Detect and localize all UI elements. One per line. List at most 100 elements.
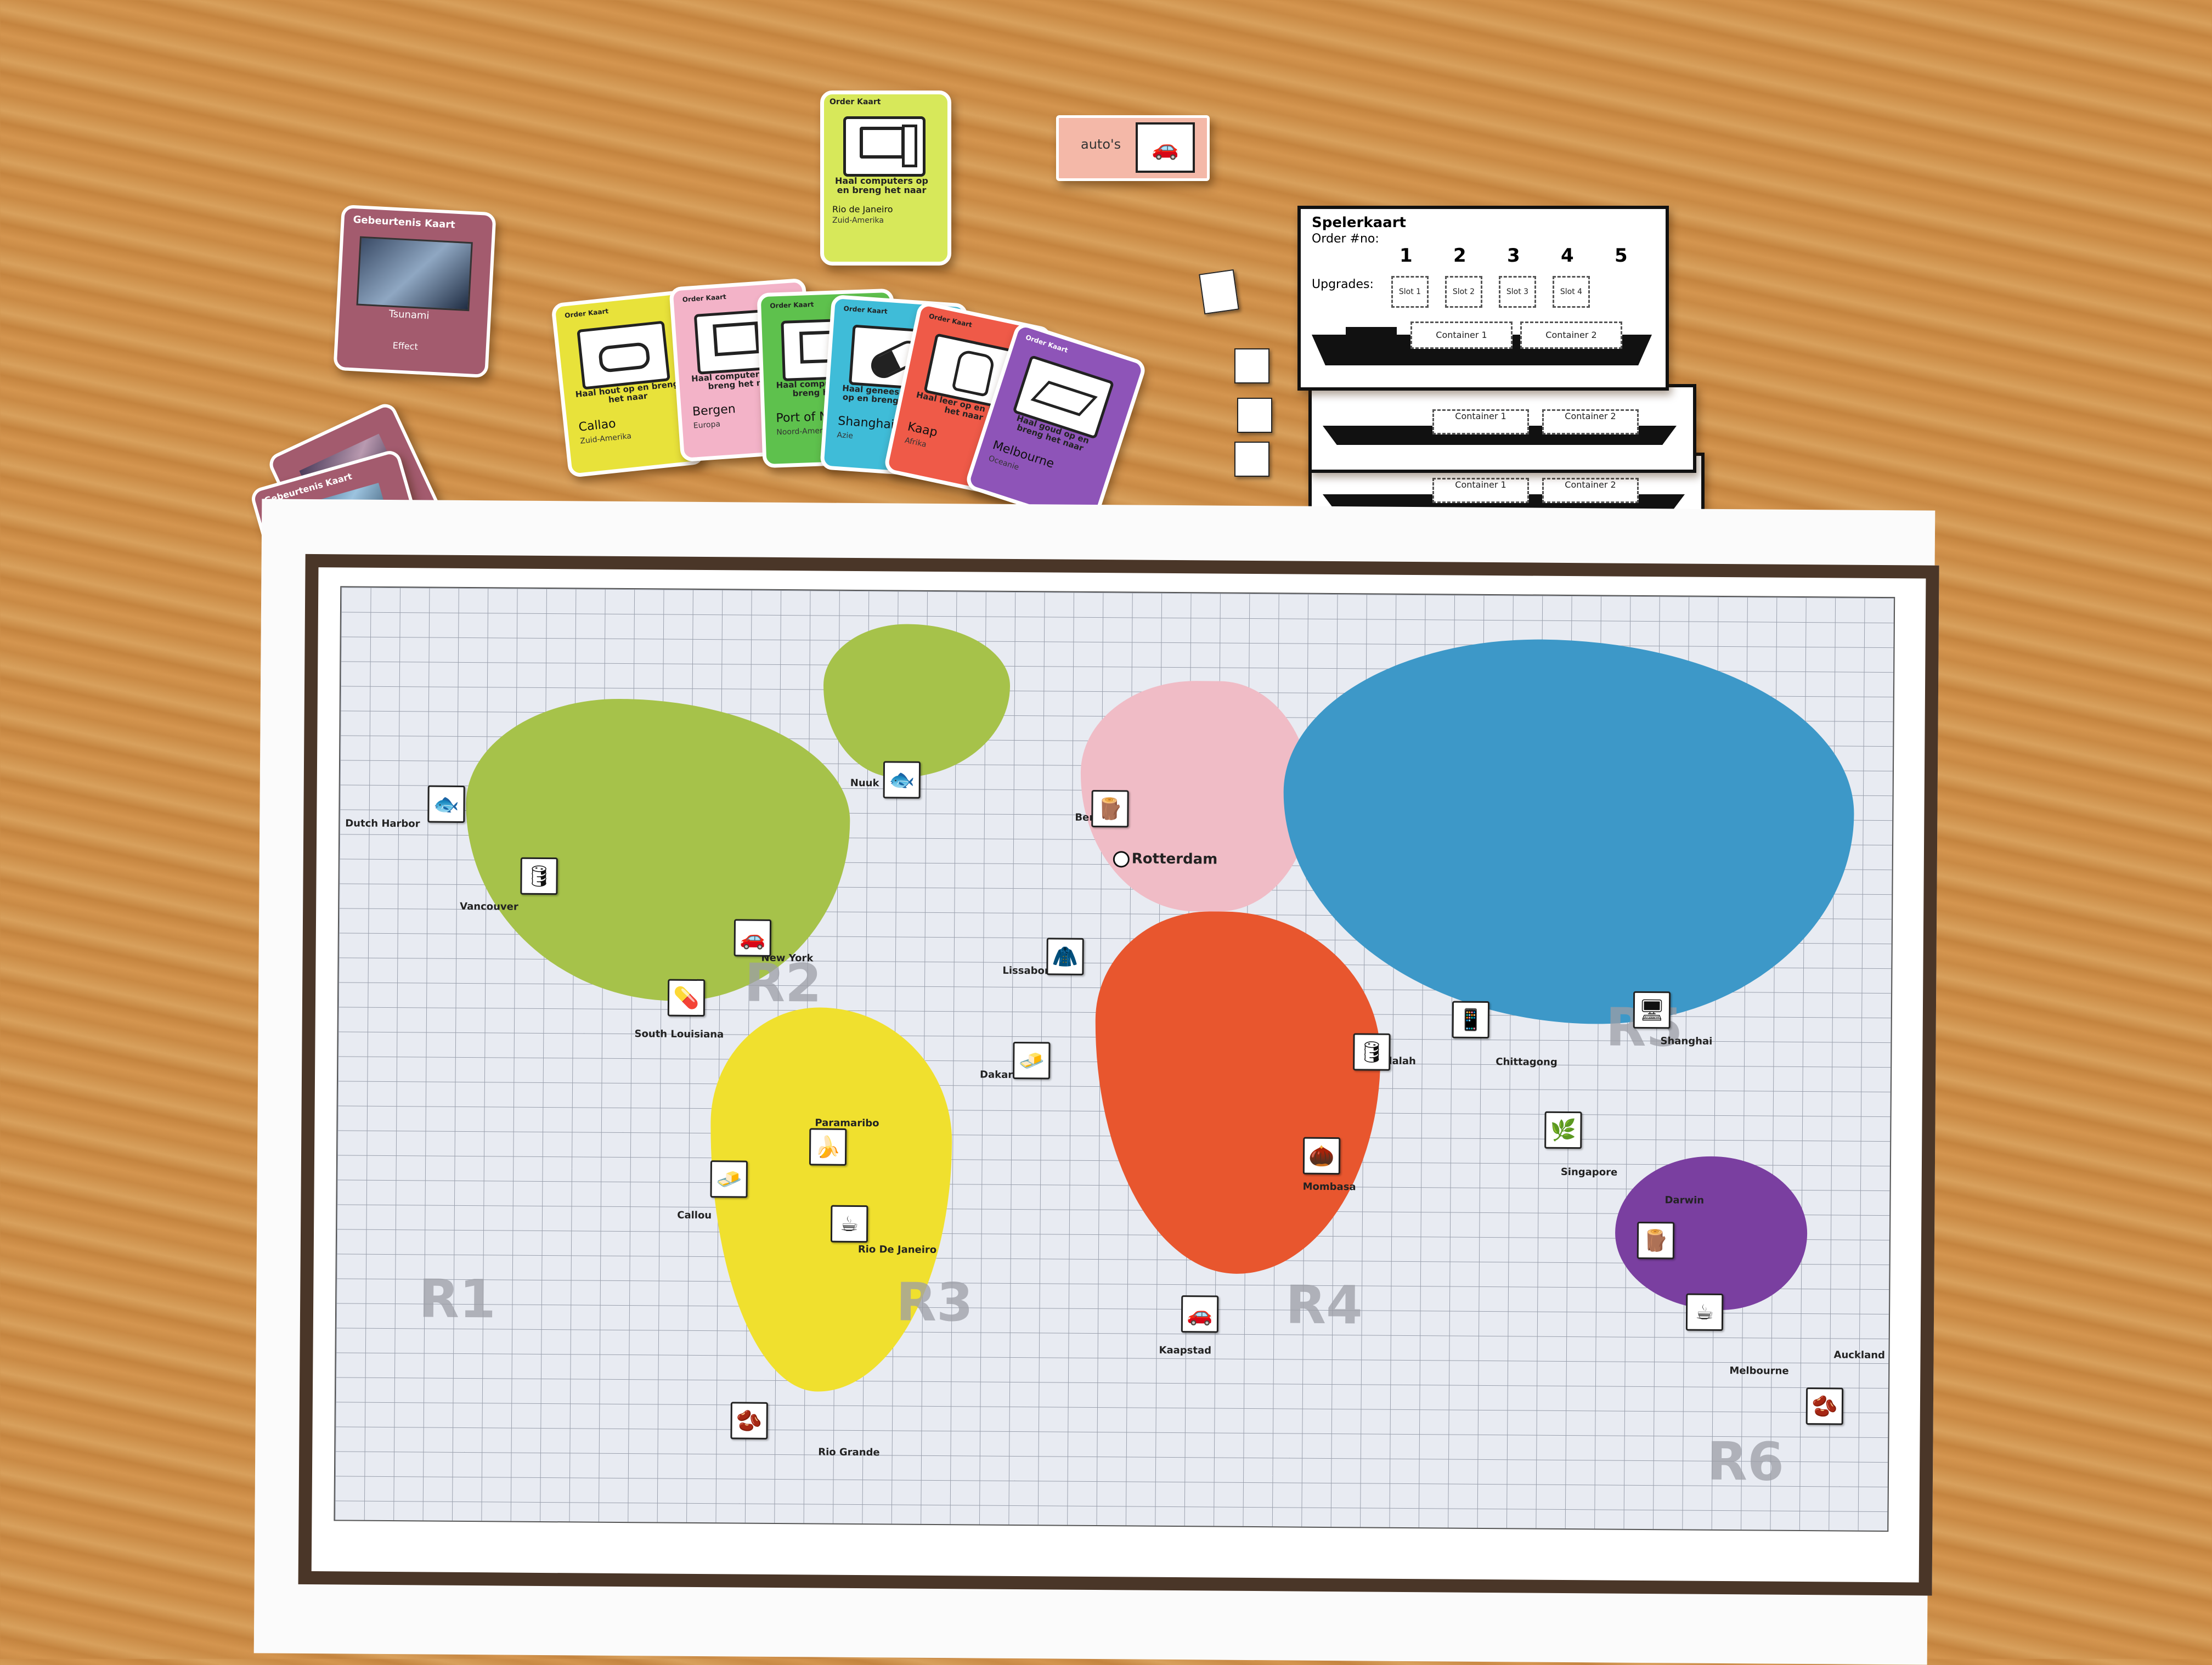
port-label: Kaapstad — [1159, 1344, 1212, 1357]
upgrade-token[interactable] — [1237, 398, 1272, 433]
game-board: R1 R2 R3 R4 R5 R6 Rotterdam Dutch Harbor… — [253, 499, 1939, 1665]
home-port-label: Rotterdam — [1131, 850, 1218, 868]
upgrade-slot-2[interactable]: Slot 2 — [1445, 276, 1482, 308]
order-number-2[interactable]: 2 — [1453, 245, 1466, 267]
home-icon — [1113, 850, 1130, 867]
port-vancouver[interactable]: Vancouver — [460, 901, 518, 913]
port-rio-grande[interactable]: Rio Grande — [818, 1447, 880, 1459]
player-card-title: Spelerkaart — [1312, 215, 1406, 231]
port-dakar[interactable]: Dakar — [980, 1069, 1013, 1081]
upgrade-slot-1[interactable]: Slot 1 — [1391, 276, 1429, 308]
upgrade-slot-3[interactable]: Slot 3 — [1499, 276, 1536, 308]
port-label: Rio De Janeiro — [857, 1243, 937, 1256]
coffee-icon: ☕ — [830, 1205, 868, 1243]
order-card-region: Zuid-Amerika — [832, 216, 884, 225]
port-rio-de-janeiro[interactable]: Rio De Janeiro — [858, 1244, 937, 1256]
order-card-place: Bergen — [692, 402, 736, 419]
order-card-region: Zuid-Amerika — [579, 431, 632, 446]
order-card-deck[interactable]: Order Kaart Haal computers op en breng h… — [820, 91, 951, 266]
computer-tower — [902, 125, 917, 167]
car-icon: 🚗 — [1181, 1295, 1219, 1333]
order-card-region: Afrika — [904, 436, 928, 449]
player-card[interactable]: Spelerkaart Order #no: 1 2 3 4 5 Upgrade… — [1297, 206, 1669, 391]
region-label-r6: R6 — [1706, 1430, 1785, 1493]
port-label: Dutch Harbor — [345, 817, 420, 830]
upgrade-token[interactable] — [1199, 269, 1239, 315]
port-label: Mombasa — [1302, 1181, 1356, 1193]
banana-icon: 🍌 — [809, 1128, 847, 1166]
computer-icon: 🖥 — [1633, 991, 1671, 1029]
port-nuuk[interactable]: Nuuk — [850, 777, 879, 789]
region-label-r4: R4 — [1285, 1274, 1363, 1336]
port-label: Vancouver — [460, 900, 518, 913]
order-card-region: Europa — [693, 420, 721, 431]
leather-icon: 🧥 — [1046, 938, 1084, 975]
leather-icon — [951, 348, 996, 398]
port-kaapstad[interactable]: Kaapstad — [1159, 1345, 1212, 1357]
cocoa-icon: 🌰 — [1302, 1137, 1341, 1175]
port-paramaribo[interactable]: Paramaribo — [815, 1117, 879, 1129]
upgrade-slot-4[interactable]: Slot 4 — [1553, 276, 1590, 308]
container-slot-1[interactable]: Container 1 — [1410, 321, 1513, 349]
port-label: Shanghai — [1660, 1035, 1713, 1047]
upgrade-token[interactable] — [1234, 442, 1269, 477]
event-card-image — [356, 236, 473, 312]
port-auckland[interactable]: Auckland — [1833, 1349, 1885, 1361]
port-south-louisiana[interactable]: South Louisiana — [635, 1028, 724, 1040]
event-card-deck[interactable]: Gebeurtenis Kaart Tsunami Effect — [333, 204, 496, 379]
port-label: Dakar — [980, 1069, 1013, 1081]
order-number-5[interactable]: 5 — [1615, 245, 1628, 267]
map-grid: R1 R2 R3 R4 R5 R6 Rotterdam Dutch Harbor… — [334, 586, 1895, 1532]
order-number-label: Order #no: — [1312, 232, 1379, 246]
home-port-rotterdam[interactable]: Rotterdam — [1113, 850, 1218, 868]
port-melbourne[interactable]: Melbourne — [1729, 1365, 1788, 1377]
order-card-place: Rio de Janeiro — [832, 204, 893, 215]
order-card-place: Callao — [578, 416, 617, 434]
event-card-title: Tsunami — [388, 308, 430, 322]
order-card-icon-frame — [577, 320, 670, 390]
port-label: Lissabon — [1002, 964, 1052, 977]
port-label: Paramaribo — [815, 1117, 879, 1130]
order-number-4[interactable]: 4 — [1561, 245, 1574, 267]
africa — [1093, 911, 1382, 1275]
soybean-icon: 🫘 — [1805, 1387, 1844, 1425]
port-callou[interactable]: Callou — [677, 1210, 712, 1221]
port-darwin[interactable]: Darwin — [1664, 1194, 1704, 1206]
port-chittagong[interactable]: Chittagong — [1496, 1056, 1558, 1068]
upgrade-token[interactable] — [1234, 348, 1269, 383]
upgrades-label: Upgrades: — [1312, 278, 1374, 291]
container-slot-1: Container 1 — [1432, 478, 1529, 503]
order-card-icon-frame — [843, 116, 926, 177]
greenland — [822, 623, 1011, 778]
port-label: Darwin — [1664, 1194, 1705, 1206]
order-card-header: Order Kaart — [564, 307, 609, 320]
gold-icon — [1030, 381, 1098, 416]
port-lissabon[interactable]: Lissabon — [1002, 965, 1051, 977]
order-card-region: Azie — [837, 430, 854, 441]
log-icon: 🪵 — [1091, 789, 1129, 828]
port-mombasa[interactable]: Mombasa — [1303, 1181, 1356, 1193]
order-number-3[interactable]: 3 — [1507, 245, 1520, 267]
container-slot-2[interactable]: Container 2 — [1520, 321, 1622, 349]
phone-icon: 📱 — [1452, 1001, 1490, 1039]
upgrade-card-label: auto's — [1081, 137, 1121, 152]
port-dutch-harbor[interactable]: Dutch Harbor — [345, 817, 420, 829]
event-card-effect-label: Effect — [392, 340, 419, 352]
port-label: Callou — [677, 1209, 712, 1222]
oil-barrel-icon: 🛢 — [520, 857, 558, 895]
order-card-text: Haal computers op en breng het naar — [835, 176, 928, 195]
port-label: Auckland — [1833, 1349, 1886, 1362]
car-icon: 🚗 — [1136, 122, 1195, 173]
soybean-icon: 🫘 — [730, 1402, 768, 1440]
container-slot-1: Container 1 — [1432, 409, 1529, 434]
port-shanghai[interactable]: Shanghai — [1660, 1035, 1712, 1047]
car-icon: 🚗 — [733, 919, 772, 957]
order-number-1[interactable]: 1 — [1400, 245, 1413, 267]
ship-card[interactable]: Container 1 Container 2 — [1308, 384, 1696, 473]
port-label: Singapore — [1560, 1166, 1618, 1178]
port-singapore[interactable]: Singapore — [1561, 1166, 1617, 1178]
region-label-r3: R3 — [895, 1271, 974, 1334]
port-label: Melbourne — [1729, 1365, 1789, 1377]
game-board-frame: R1 R2 R3 R4 R5 R6 Rotterdam Dutch Harbor… — [298, 554, 1939, 1596]
upgrade-card-deck[interactable]: auto's 🚗 — [1056, 115, 1210, 181]
